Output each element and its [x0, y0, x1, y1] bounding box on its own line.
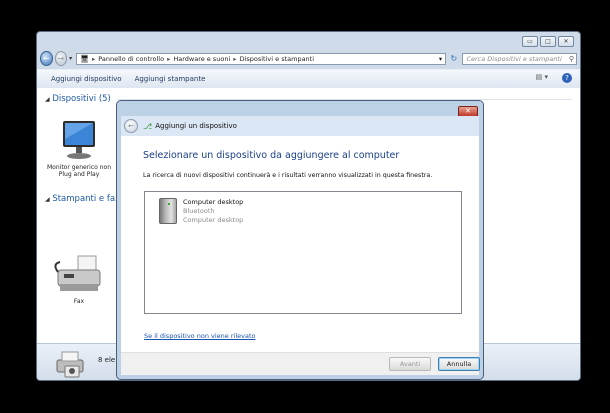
fax-icon: [54, 255, 101, 291]
address-dropdown-icon[interactable]: ▾: [439, 55, 445, 63]
search-icon[interactable]: ⚲: [569, 55, 576, 63]
view-options-icon[interactable]: ▤ ▾: [536, 73, 548, 83]
forward-icon[interactable]: →: [54, 51, 68, 66]
chevron-right-icon: ▸: [167, 54, 171, 63]
printers-group-header[interactable]: ◢ Stampanti e fax: [45, 194, 120, 204]
device-item-text: Computer desktop Bluetooth Computer desk…: [183, 198, 243, 225]
recent-pages-dropdown-icon[interactable]: ▾: [69, 55, 72, 62]
back-icon[interactable]: ←: [40, 51, 53, 66]
monitor-label: Monitor generico non Plug and Play: [47, 164, 111, 178]
toolbar-right: ▤ ▾ ?: [536, 73, 572, 83]
dialog-title-text: Aggiungi un dispositivo: [155, 122, 237, 130]
address-row: ← → ▾ 🖥 ▸ Pannello di controllo ▸ Hardwa…: [40, 51, 577, 66]
search-input[interactable]: Cerca Dispositivi e stampanti ⚲: [462, 52, 577, 65]
monitor-icon: [63, 121, 95, 159]
fax-label: Fax: [73, 298, 85, 305]
dialog-heading: Selezionare un dispositivo da aggiungere…: [143, 150, 400, 161]
breadcrumb-hardware-sound[interactable]: Hardware e suoni: [173, 55, 230, 63]
add-device-button[interactable]: Aggiungi dispositivo: [51, 75, 122, 83]
next-button[interactable]: Avanti: [389, 357, 431, 371]
dialog-header: ← ⎇ Aggiungi un dispositivo: [121, 116, 479, 136]
add-device-dialog: ✕ ← ⎇ Aggiungi un dispositivo Selezionar…: [116, 100, 484, 380]
breadcrumb-devices-printers[interactable]: Dispositivi e stampanti: [240, 55, 314, 63]
dialog-body: Selezionare un dispositivo da aggiungere…: [121, 136, 480, 375]
search-placeholder: Cerca Dispositivi e stampanti: [466, 54, 562, 63]
dialog-button-bar: Avanti Annulla: [121, 352, 480, 375]
close-window-button[interactable]: ✕: [558, 36, 574, 47]
device-list[interactable]: Computer desktop Bluetooth Computer desk…: [144, 191, 462, 314]
window-caption-buttons: ▭ □ ✕: [522, 36, 574, 47]
maximize-button[interactable]: □: [540, 36, 556, 47]
address-bar[interactable]: 🖥 ▸ Pannello di controllo ▸ Hardware e s…: [76, 52, 447, 65]
command-bar: Aggiungi dispositivo Aggiungi stampante …: [37, 69, 580, 89]
devices-group-header[interactable]: ◢ Dispositivi (5): [45, 94, 111, 104]
dialog-title: ⎇ Aggiungi un dispositivo: [143, 122, 237, 131]
printers-group-label: Stampanti e fax: [52, 194, 121, 204]
control-panel-icon: 🖥: [80, 54, 89, 63]
device-type: Bluetooth: [183, 207, 215, 215]
refresh-icon[interactable]: ↻: [448, 53, 459, 65]
device-not-found-link[interactable]: Se il dispositivo non viene rilevato: [144, 332, 255, 340]
status-item-count: 8 ele: [98, 356, 116, 364]
device-monitor[interactable]: Monitor generico non Plug and Play: [46, 119, 112, 178]
desktop-computer-icon: [159, 198, 177, 224]
dialog-description: La ricerca di nuovi dispositivi continue…: [143, 172, 433, 179]
chevron-right-icon: ▸: [92, 54, 96, 63]
add-device-icon: ⎇: [143, 121, 153, 131]
device-fax[interactable]: Fax: [46, 254, 112, 305]
devices-printers-icon: [56, 351, 84, 378]
add-printer-button[interactable]: Aggiungi stampante: [135, 75, 206, 83]
list-item[interactable]: Computer desktop Bluetooth Computer desk…: [159, 198, 243, 225]
breadcrumb-control-panel[interactable]: Pannello di controllo: [98, 55, 164, 63]
minimize-button[interactable]: ▭: [522, 36, 538, 47]
device-category: Computer desktop: [183, 216, 244, 224]
collapse-triangle-icon[interactable]: ◢: [45, 196, 50, 203]
cancel-button[interactable]: Annulla: [438, 357, 480, 371]
device-name: Computer desktop: [183, 198, 244, 206]
help-icon[interactable]: ?: [562, 73, 572, 83]
devices-group-label: Dispositivi (5): [52, 94, 111, 104]
chevron-right-icon: ▸: [233, 54, 237, 63]
dialog-back-icon[interactable]: ←: [124, 119, 138, 133]
collapse-triangle-icon[interactable]: ◢: [45, 96, 50, 103]
